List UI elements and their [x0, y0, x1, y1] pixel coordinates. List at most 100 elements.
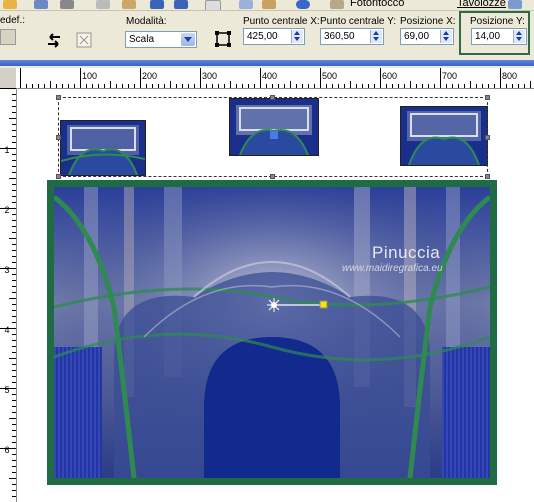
- artwork-frame: [47, 180, 497, 485]
- ruler-tick: [524, 84, 525, 88]
- ruler-tick: [272, 84, 273, 88]
- ruler-tick: [482, 84, 483, 88]
- fotoritocco-menu[interactable]: Fotoritocco: [350, 0, 404, 9]
- open-folder-icon[interactable]: [3, 0, 17, 9]
- ruler-tick: [50, 81, 51, 88]
- ruler-tick: [12, 316, 16, 317]
- redo-icon[interactable]: [174, 0, 188, 9]
- ruler-tick: [200, 68, 201, 88]
- center-handle-icon[interactable]: [266, 297, 332, 313]
- watermark-url: www.maidiregrafica.eu: [342, 263, 443, 274]
- apply-icon[interactable]: [75, 31, 93, 49]
- ruler-tick: [12, 124, 16, 125]
- ruler-tick: [12, 286, 16, 287]
- ruler-tick: [12, 364, 16, 365]
- paste-icon[interactable]: [122, 0, 136, 9]
- ruler-label: 5: [4, 385, 10, 395]
- ruler-tick: [338, 84, 339, 88]
- ruler-tick: [356, 84, 357, 88]
- center-x-field[interactable]: 425,00: [243, 28, 305, 45]
- ruler-tick: [92, 84, 93, 88]
- script-icon[interactable]: [262, 0, 276, 9]
- deform-icon[interactable]: [214, 30, 232, 48]
- print-icon[interactable]: [60, 0, 74, 9]
- undo-icon[interactable]: [150, 0, 164, 9]
- ruler-label: 4: [4, 325, 10, 335]
- ruler-tick: [218, 84, 219, 88]
- reset-icon[interactable]: [44, 33, 64, 49]
- ruler-label: 400: [262, 71, 278, 81]
- ruler-tick: [12, 376, 16, 377]
- ruler-tick: [12, 196, 16, 197]
- selection-bounding-box[interactable]: [58, 97, 488, 177]
- ruler-tick: [12, 250, 16, 251]
- ruler-label: 100: [82, 71, 98, 81]
- ruler-label: 3: [4, 265, 10, 275]
- tavolozze-icon[interactable]: [508, 0, 522, 9]
- ruler-tick: [404, 84, 405, 88]
- ruler-tick: [434, 84, 435, 88]
- center-x-spinner[interactable]: [291, 30, 303, 43]
- artwork: [54, 187, 490, 478]
- center-x-label: Punto centrale X:: [243, 16, 320, 27]
- ruler-label: 6: [4, 445, 10, 455]
- ruler-tick: [12, 256, 16, 257]
- ruler-tick: [12, 400, 16, 401]
- ruler-tick: [122, 84, 123, 88]
- ruler-tick: [452, 84, 453, 88]
- resize-handle[interactable]: [56, 135, 61, 140]
- ruler-tick: [470, 81, 471, 88]
- horizontal-ruler: 100 200 300 400 500 600 700 800: [16, 68, 534, 89]
- ruler-tick: [12, 190, 16, 191]
- fotoritocco-icon[interactable]: [330, 0, 344, 9]
- ruler-tick: [12, 310, 16, 311]
- clipboard-icon[interactable]: [205, 0, 221, 10]
- ruler-label: 700: [442, 71, 458, 81]
- ruler-tick: [12, 424, 16, 425]
- chevron-down-icon[interactable]: [181, 33, 195, 46]
- resize-handle[interactable]: [56, 95, 61, 100]
- ruler-tick: [176, 84, 177, 88]
- center-x-value: 425,00: [247, 31, 278, 42]
- ruler-tick: [236, 84, 237, 88]
- mode-select[interactable]: Scala: [125, 31, 197, 48]
- resize-handle[interactable]: [485, 174, 490, 179]
- preset-dropdown-button[interactable]: [0, 29, 16, 45]
- ruler-tick: [9, 478, 16, 479]
- resize-handle[interactable]: [270, 174, 275, 179]
- resize-handle[interactable]: [56, 174, 61, 179]
- browse-icon[interactable]: [239, 0, 253, 9]
- ruler-tick: [12, 472, 16, 473]
- tavolozze-menu[interactable]: Tavolozze: [457, 0, 506, 9]
- ruler-tick: [26, 84, 27, 88]
- ruler-tick: [12, 94, 16, 95]
- ruler-tick: [12, 166, 16, 167]
- ruler-tick: [506, 84, 507, 88]
- resize-handle[interactable]: [485, 135, 490, 140]
- ruler-tick: [308, 84, 309, 88]
- pos-x-spinner[interactable]: [440, 30, 452, 43]
- ruler-tick: [38, 84, 39, 88]
- mode-label: Modalità:: [126, 16, 167, 27]
- ruler-tick: [224, 84, 225, 88]
- resize-handle[interactable]: [485, 95, 490, 100]
- ruler-tick: [12, 442, 16, 443]
- pos-x-field[interactable]: 69,00: [400, 28, 454, 45]
- center-y-spinner[interactable]: [370, 30, 382, 43]
- ruler-tick: [428, 84, 429, 88]
- ruler-tick: [12, 244, 16, 245]
- ruler-tick: [104, 84, 105, 88]
- info-icon[interactable]: [296, 0, 310, 9]
- ruler-tick: [410, 81, 411, 88]
- ruler-tick: [12, 352, 16, 353]
- save-icon[interactable]: [34, 0, 48, 9]
- ruler-label: 200: [142, 71, 158, 81]
- highlight-box: [459, 11, 530, 55]
- ruler-tick: [110, 81, 111, 88]
- center-y-field[interactable]: 360,50: [320, 28, 384, 45]
- resize-handle[interactable]: [270, 95, 275, 100]
- ruler-tick: [12, 382, 16, 383]
- ruler-tick: [134, 84, 135, 88]
- copy-icon[interactable]: [96, 0, 110, 9]
- ruler-tick: [12, 340, 16, 341]
